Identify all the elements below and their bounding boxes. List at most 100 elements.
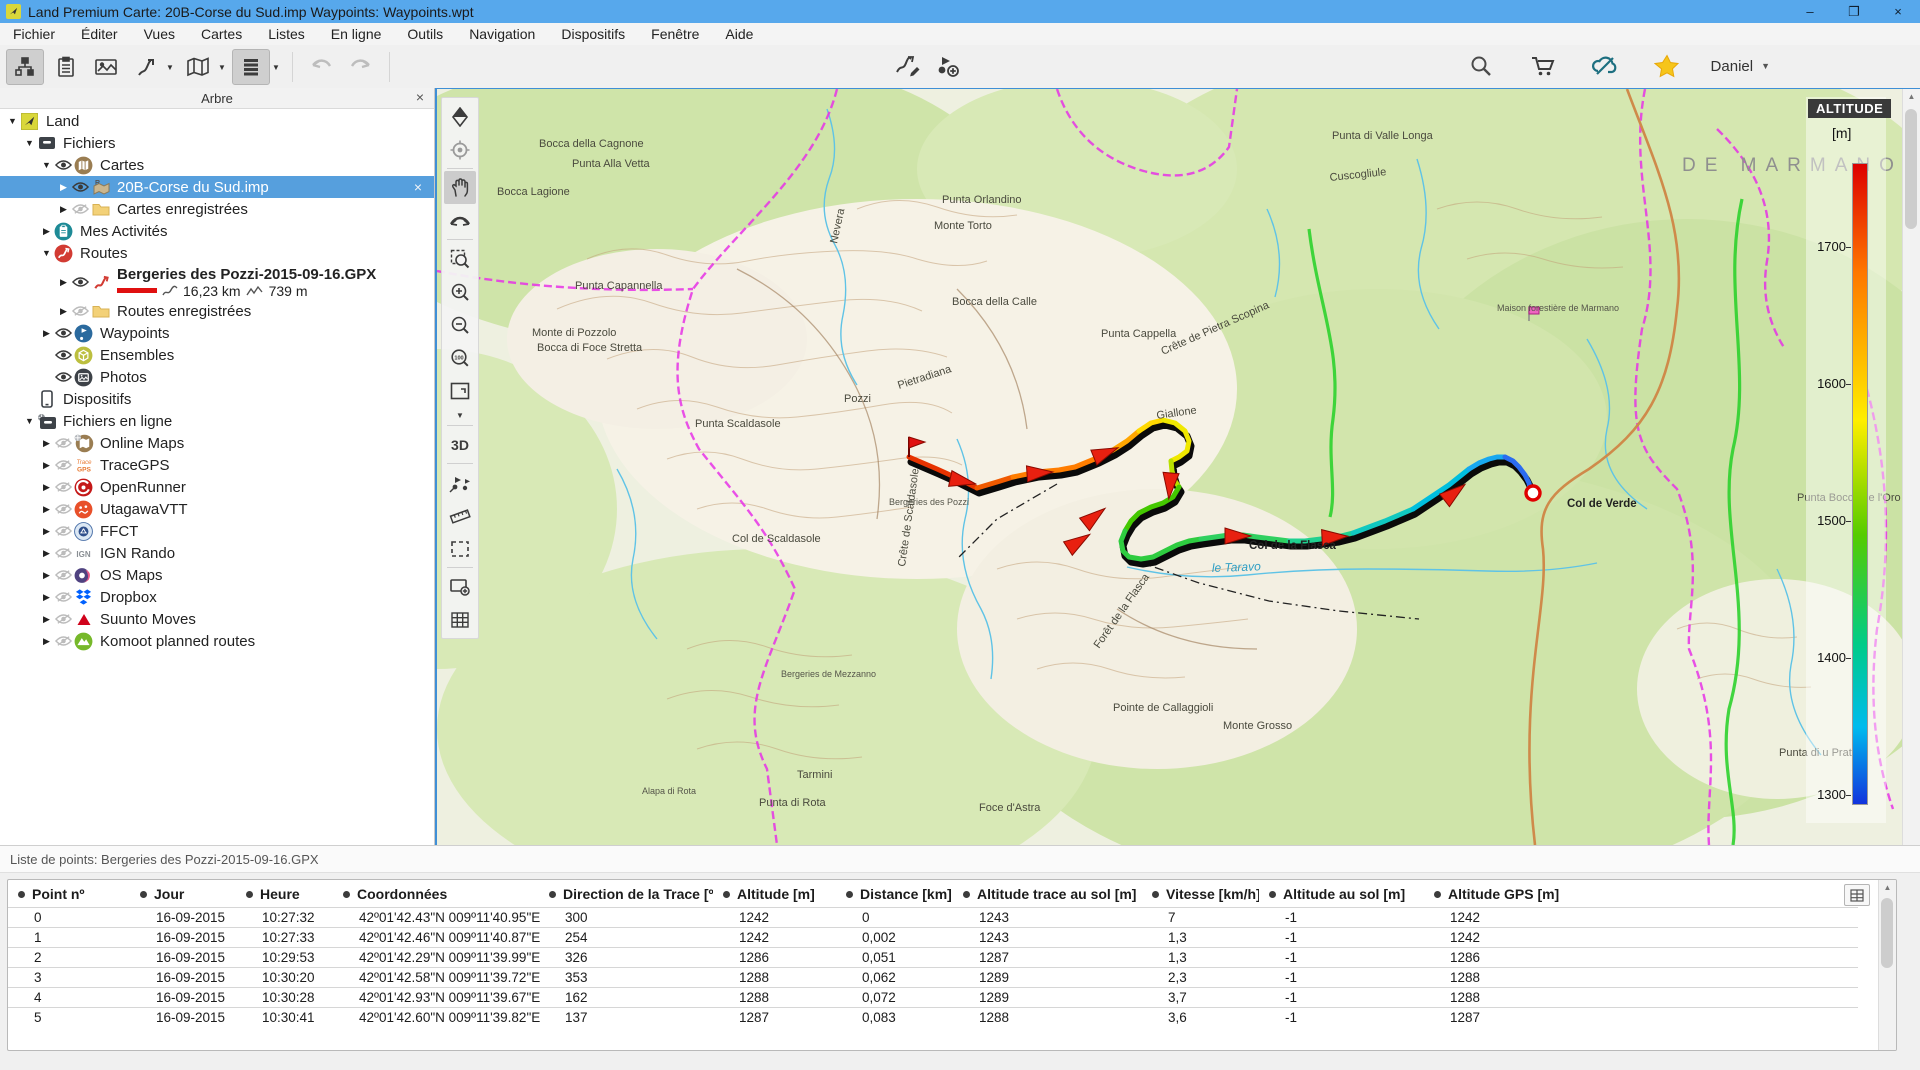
view-3d-tool[interactable]: 3D xyxy=(444,428,476,461)
restore-button[interactable]: ❐ xyxy=(1832,0,1876,23)
expander-icon[interactable]: ▶ xyxy=(40,226,53,237)
topo-map[interactable]: Punta di Valle LongaBocca della CagnoneP… xyxy=(437,89,1920,845)
tree-item-dropbox[interactable]: ▶Dropbox xyxy=(0,586,434,608)
column-header-altitude-au-sol-m[interactable]: Altitude au sol [m] xyxy=(1259,880,1424,908)
recenter-tool[interactable] xyxy=(444,204,476,237)
visibility-eye-icon[interactable] xyxy=(53,503,73,515)
expander-icon[interactable]: ▶ xyxy=(40,614,53,625)
undo-button[interactable] xyxy=(303,50,339,84)
search-button[interactable] xyxy=(1463,49,1499,83)
expander-icon[interactable]: ▼ xyxy=(40,160,53,170)
table-row[interactable]: 516-09-201510:30:4142º01'42.60"N 009º11'… xyxy=(8,1008,1858,1028)
visibility-eye-icon[interactable] xyxy=(53,635,73,647)
tree-item-openrunner[interactable]: ▶OpenRunner xyxy=(0,476,434,498)
table-row[interactable]: 416-09-201510:30:2842º01'42.93"N 009º11'… xyxy=(8,988,1858,1008)
visibility-eye-icon[interactable] xyxy=(53,525,73,537)
expander-icon[interactable]: ▶ xyxy=(40,460,53,471)
zoom-100-tool[interactable]: 100 xyxy=(444,341,476,374)
expander-icon[interactable]: ▶ xyxy=(40,636,53,647)
select-area-tool[interactable] xyxy=(444,532,476,565)
column-header-coordonn-es[interactable]: Coordonnées xyxy=(333,880,539,908)
visibility-eye-icon[interactable] xyxy=(53,437,73,449)
tree-item-online-maps[interactable]: ▶Online Maps xyxy=(0,432,434,454)
user-menu[interactable]: Daniel ▼ xyxy=(1711,58,1770,75)
visibility-eye-icon[interactable] xyxy=(53,569,73,581)
column-header-altitude-m[interactable]: Altitude [m] xyxy=(713,880,836,908)
scroll-thumb[interactable] xyxy=(1881,898,1893,968)
table-options-button[interactable] xyxy=(1844,884,1870,906)
tree-item-ffct[interactable]: ▶FFCT xyxy=(0,520,434,542)
menu-item-outils[interactable]: Outils xyxy=(394,24,456,44)
menu-item-vues[interactable]: Vues xyxy=(131,24,188,44)
table-row[interactable]: 016-09-201510:27:3242º01'42.43"N 009º11'… xyxy=(8,908,1858,928)
menu-item-cartes[interactable]: Cartes xyxy=(188,24,255,44)
menu-item-fen-tre[interactable]: Fenêtre xyxy=(638,24,712,44)
visibility-eye-icon[interactable] xyxy=(53,591,73,603)
routes-caret-icon[interactable]: ▼ xyxy=(166,63,176,72)
list-view-button[interactable] xyxy=(232,49,270,85)
photos-button[interactable] xyxy=(88,50,124,84)
scroll-up-icon[interactable]: ▲ xyxy=(1879,880,1896,895)
store-button[interactable] xyxy=(1525,49,1561,83)
expander-icon[interactable]: ▶ xyxy=(57,277,70,288)
expander-icon[interactable]: ▶ xyxy=(40,438,53,449)
scroll-up-icon[interactable]: ▲ xyxy=(1903,89,1920,105)
zoom-out-tool[interactable] xyxy=(444,308,476,341)
measure-tool[interactable] xyxy=(444,499,476,532)
mosaic-grid-tool[interactable] xyxy=(444,603,476,636)
column-header-vitesse-km-h[interactable]: Vitesse [km/h] xyxy=(1142,880,1259,908)
visibility-eye-icon[interactable] xyxy=(70,203,90,215)
minimize-button[interactable]: – xyxy=(1788,0,1832,23)
tree-item-cartes-enregistr-es[interactable]: ▶Cartes enregistrées xyxy=(0,198,434,220)
visibility-eye-icon[interactable] xyxy=(53,159,73,171)
column-header-altitude-gps-m[interactable]: Altitude GPS [m] xyxy=(1424,880,1858,908)
redo-button[interactable] xyxy=(343,50,379,84)
expander-icon[interactable]: ▼ xyxy=(6,116,19,126)
expander-icon[interactable]: ▼ xyxy=(40,248,53,258)
routes-list-button[interactable] xyxy=(128,50,164,84)
tree-item-ign-rando[interactable]: ▶IGNIGN Rando xyxy=(0,542,434,564)
visibility-eye-icon[interactable] xyxy=(70,181,90,193)
table-row[interactable]: 316-09-201510:30:2042º01'42.58"N 009º11'… xyxy=(8,968,1858,988)
visibility-eye-icon[interactable] xyxy=(70,276,90,288)
column-header-altitude-trace-au-sol-m[interactable]: Altitude trace au sol [m] xyxy=(953,880,1142,908)
tree-item-utagawavtt[interactable]: ▶UtagawaVTT xyxy=(0,498,434,520)
column-header-point-n[interactable]: Point nº xyxy=(8,880,130,908)
expander-icon[interactable]: ▶ xyxy=(57,204,70,215)
tree-item-tracegps[interactable]: ▶TraceGPSTraceGPS xyxy=(0,454,434,476)
tree-item-mes-activit-s[interactable]: ▶Mes Activités xyxy=(0,220,434,242)
visibility-eye-icon[interactable] xyxy=(53,459,73,471)
activities-list-button[interactable] xyxy=(48,50,84,84)
table-row[interactable]: 116-09-201510:27:3342º01'42.46"N 009º11'… xyxy=(8,928,1858,948)
tree-item-cartes[interactable]: ▼Cartes xyxy=(0,154,434,176)
new-waypoint-button[interactable] xyxy=(930,49,966,83)
menu-item-en-ligne[interactable]: En ligne xyxy=(318,24,395,44)
expander-icon[interactable]: ▼ xyxy=(23,416,36,426)
close-button[interactable]: × xyxy=(1876,0,1920,23)
expander-icon[interactable]: ▶ xyxy=(40,328,53,339)
map-scrollbar[interactable]: ▲ xyxy=(1902,89,1920,846)
tree-item-20b-corse-du-sud-imp[interactable]: ▶R20B-Corse du Sud.imp× xyxy=(0,176,434,198)
premium-star-button[interactable] xyxy=(1649,49,1685,83)
expander-icon[interactable]: ▶ xyxy=(57,182,70,193)
link-waypoints-tool[interactable] xyxy=(444,466,476,499)
menu-item-dispositifs[interactable]: Dispositifs xyxy=(548,24,638,44)
column-header-jour[interactable]: Jour xyxy=(130,880,236,908)
zoom-window-tool[interactable] xyxy=(444,242,476,275)
expander-icon[interactable]: ▶ xyxy=(57,306,70,317)
tree-item-photos[interactable]: Photos xyxy=(0,366,434,388)
menu-item-diter[interactable]: Éditer xyxy=(68,24,131,44)
tree-item-komoot-planned-routes[interactable]: ▶Komoot planned routes xyxy=(0,630,434,652)
tree-item-routes-enregistr-es[interactable]: ▶Routes enregistrées xyxy=(0,300,434,322)
table-scrollbar[interactable]: ▲ xyxy=(1878,880,1896,1050)
visibility-eye-icon[interactable] xyxy=(53,371,73,383)
column-header-distance-km[interactable]: Distance [km] xyxy=(836,880,953,908)
locate-tool[interactable] xyxy=(444,133,476,166)
tree-item-dispositifs[interactable]: Dispositifs xyxy=(0,388,434,410)
menu-item-navigation[interactable]: Navigation xyxy=(456,24,548,44)
scroll-thumb[interactable] xyxy=(1905,109,1917,229)
visibility-eye-icon[interactable] xyxy=(53,481,73,493)
table-row[interactable]: 216-09-201510:29:5342º01'42.29"N 009º11'… xyxy=(8,948,1858,968)
menu-item-fichier[interactable]: Fichier xyxy=(0,24,68,44)
maps-list-button[interactable] xyxy=(180,50,216,84)
